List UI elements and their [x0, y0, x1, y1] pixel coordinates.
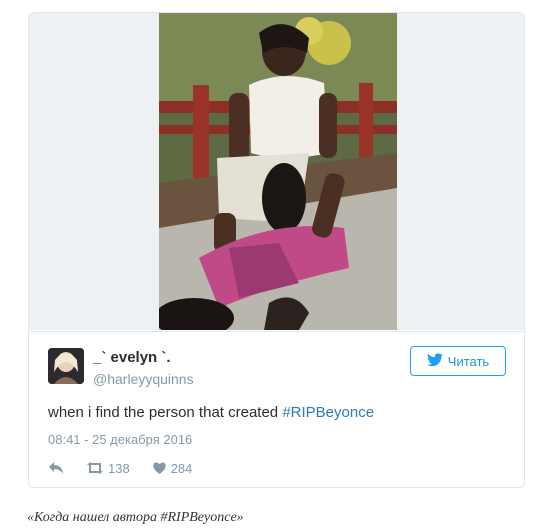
embedded-tweet-card: _` evelyn `. @harleyyquinns Читать when … — [28, 12, 525, 488]
article-caption: «Когда нашел автора #RIPBeyonce» — [27, 510, 244, 525]
retweet-icon — [86, 461, 104, 475]
reply-icon — [48, 461, 64, 475]
tweet-text-body: when i find the person that created — [48, 404, 283, 421]
tweet-text: when i find the person that created #RIP… — [48, 404, 374, 421]
avatar-image — [48, 348, 84, 384]
retweet-count: 138 — [108, 460, 130, 476]
follow-button[interactable]: Читать — [410, 346, 506, 376]
follow-label: Читать — [447, 353, 490, 369]
tweet-body: _` evelyn `. @harleyyquinns Читать when … — [29, 331, 524, 487]
tweet-actions: 138 284 — [48, 459, 214, 477]
retweet-button[interactable]: 138 — [86, 461, 130, 476]
display-name[interactable]: _` evelyn `. — [93, 349, 171, 366]
photo-illustration — [159, 13, 397, 330]
tweet-photo[interactable] — [159, 13, 397, 330]
tweet-media[interactable] — [29, 13, 524, 330]
like-count: 284 — [170, 460, 193, 476]
heart-icon — [152, 461, 167, 475]
tweet-timestamp[interactable]: 08:41 - 25 декабря 2016 — [48, 432, 192, 447]
hashtag-link[interactable]: #RIPBeyonce — [282, 404, 374, 421]
twitter-bird-icon — [426, 352, 443, 370]
like-button[interactable]: 284 — [152, 460, 193, 476]
reply-button[interactable] — [48, 461, 64, 475]
user-handle[interactable]: @harleyyquinns — [93, 371, 194, 387]
avatar[interactable] — [48, 348, 84, 384]
